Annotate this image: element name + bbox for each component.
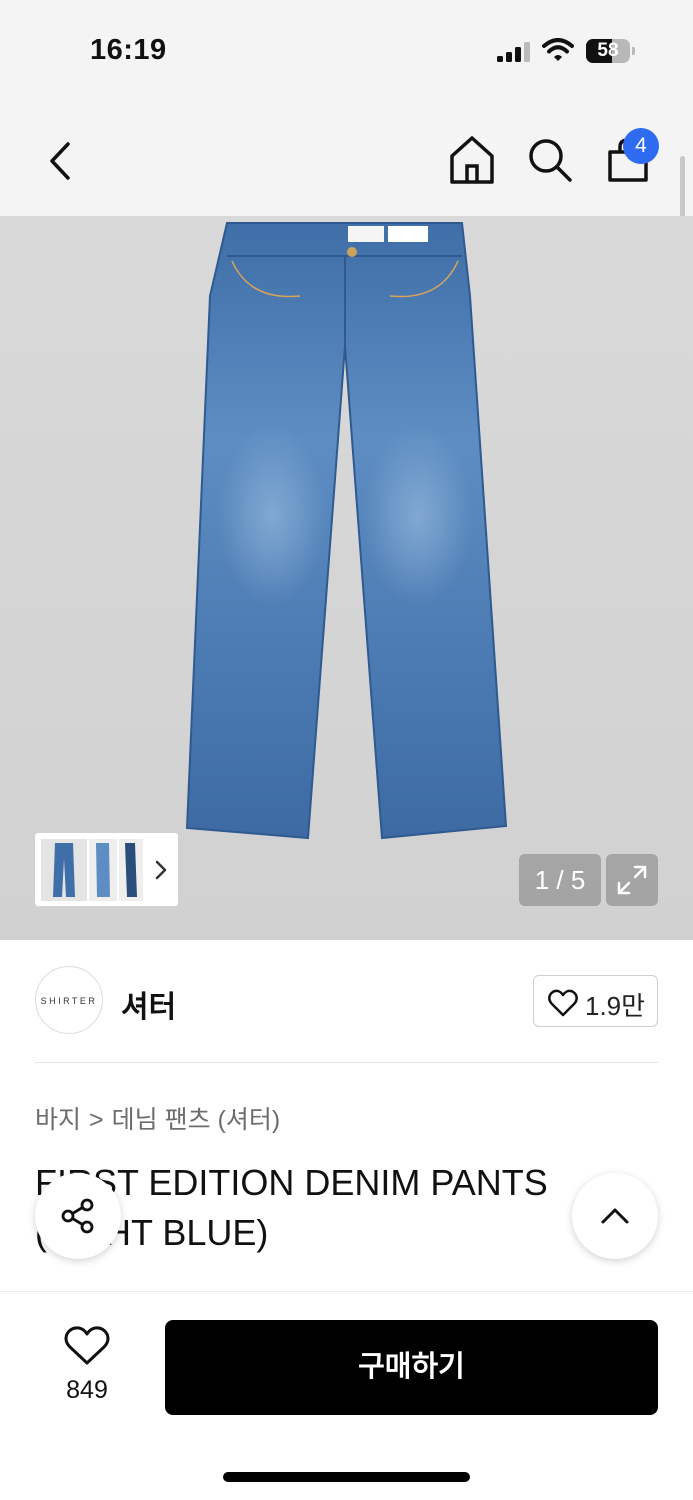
cart-count-badge: 4 — [623, 128, 659, 164]
breadcrumb-category[interactable]: 바지 — [35, 1106, 81, 1134]
buy-button[interactable]: 구매하기 — [165, 1320, 658, 1415]
chevron-up-icon — [601, 1208, 629, 1224]
heart-icon — [64, 1326, 110, 1365]
breadcrumb: 바지 > 데님 팬츠 (셔터) — [35, 1100, 280, 1136]
share-button[interactable] — [35, 1173, 121, 1259]
wishlist-count: 849 — [66, 1376, 108, 1404]
thumbnail-strip[interactable] — [35, 833, 178, 906]
top-nav-bar — [0, 100, 693, 216]
status-time: 16:19 — [90, 34, 167, 66]
battery-icon: 58 — [586, 39, 636, 63]
battery-percent: 58 — [597, 40, 619, 61]
seller-like-button[interactable]: 1.9만 — [533, 975, 658, 1027]
product-gallery[interactable]: 1 / 5 — [0, 216, 693, 940]
expand-icon — [617, 865, 647, 895]
breadcrumb-separator: > — [89, 1106, 104, 1134]
heart-icon — [548, 989, 578, 1017]
home-indicator — [223, 1472, 470, 1482]
page-counter: 1 / 5 — [519, 854, 601, 906]
thumbnail-2[interactable] — [89, 839, 117, 901]
signal-icon — [497, 42, 530, 62]
divider — [35, 1062, 658, 1063]
seller-logo[interactable]: SHIRTER — [35, 966, 103, 1034]
home-icon[interactable] — [448, 134, 496, 186]
bottom-action-bar: 849 구매하기 — [0, 1291, 693, 1500]
back-icon[interactable] — [40, 138, 80, 184]
thumbnail-3[interactable] — [119, 839, 143, 901]
seller-name[interactable]: 셔터 — [121, 982, 176, 1026]
seller-like-count: 1.9만 — [585, 991, 646, 1021]
breadcrumb-subcategory[interactable]: 데님 팬츠 (셔터) — [112, 1106, 281, 1134]
seller-row: SHIRTER 셔터 1.9만 — [35, 966, 658, 1036]
wishlist-button[interactable]: 849 — [50, 1322, 124, 1404]
product-title: FIRST EDITION DENIM PANTS (LIGHT BLUE) — [35, 1162, 548, 1253]
thumbnail-1[interactable] — [41, 839, 87, 901]
share-icon — [61, 1198, 94, 1234]
search-icon[interactable] — [526, 136, 574, 184]
wifi-icon — [542, 38, 574, 61]
scroll-to-top-button[interactable] — [572, 1173, 658, 1259]
product-image[interactable] — [0, 216, 693, 940]
status-bar: 16:19 58 — [0, 0, 693, 100]
expand-button[interactable] — [606, 854, 658, 906]
chevron-right-icon[interactable] — [149, 855, 173, 885]
